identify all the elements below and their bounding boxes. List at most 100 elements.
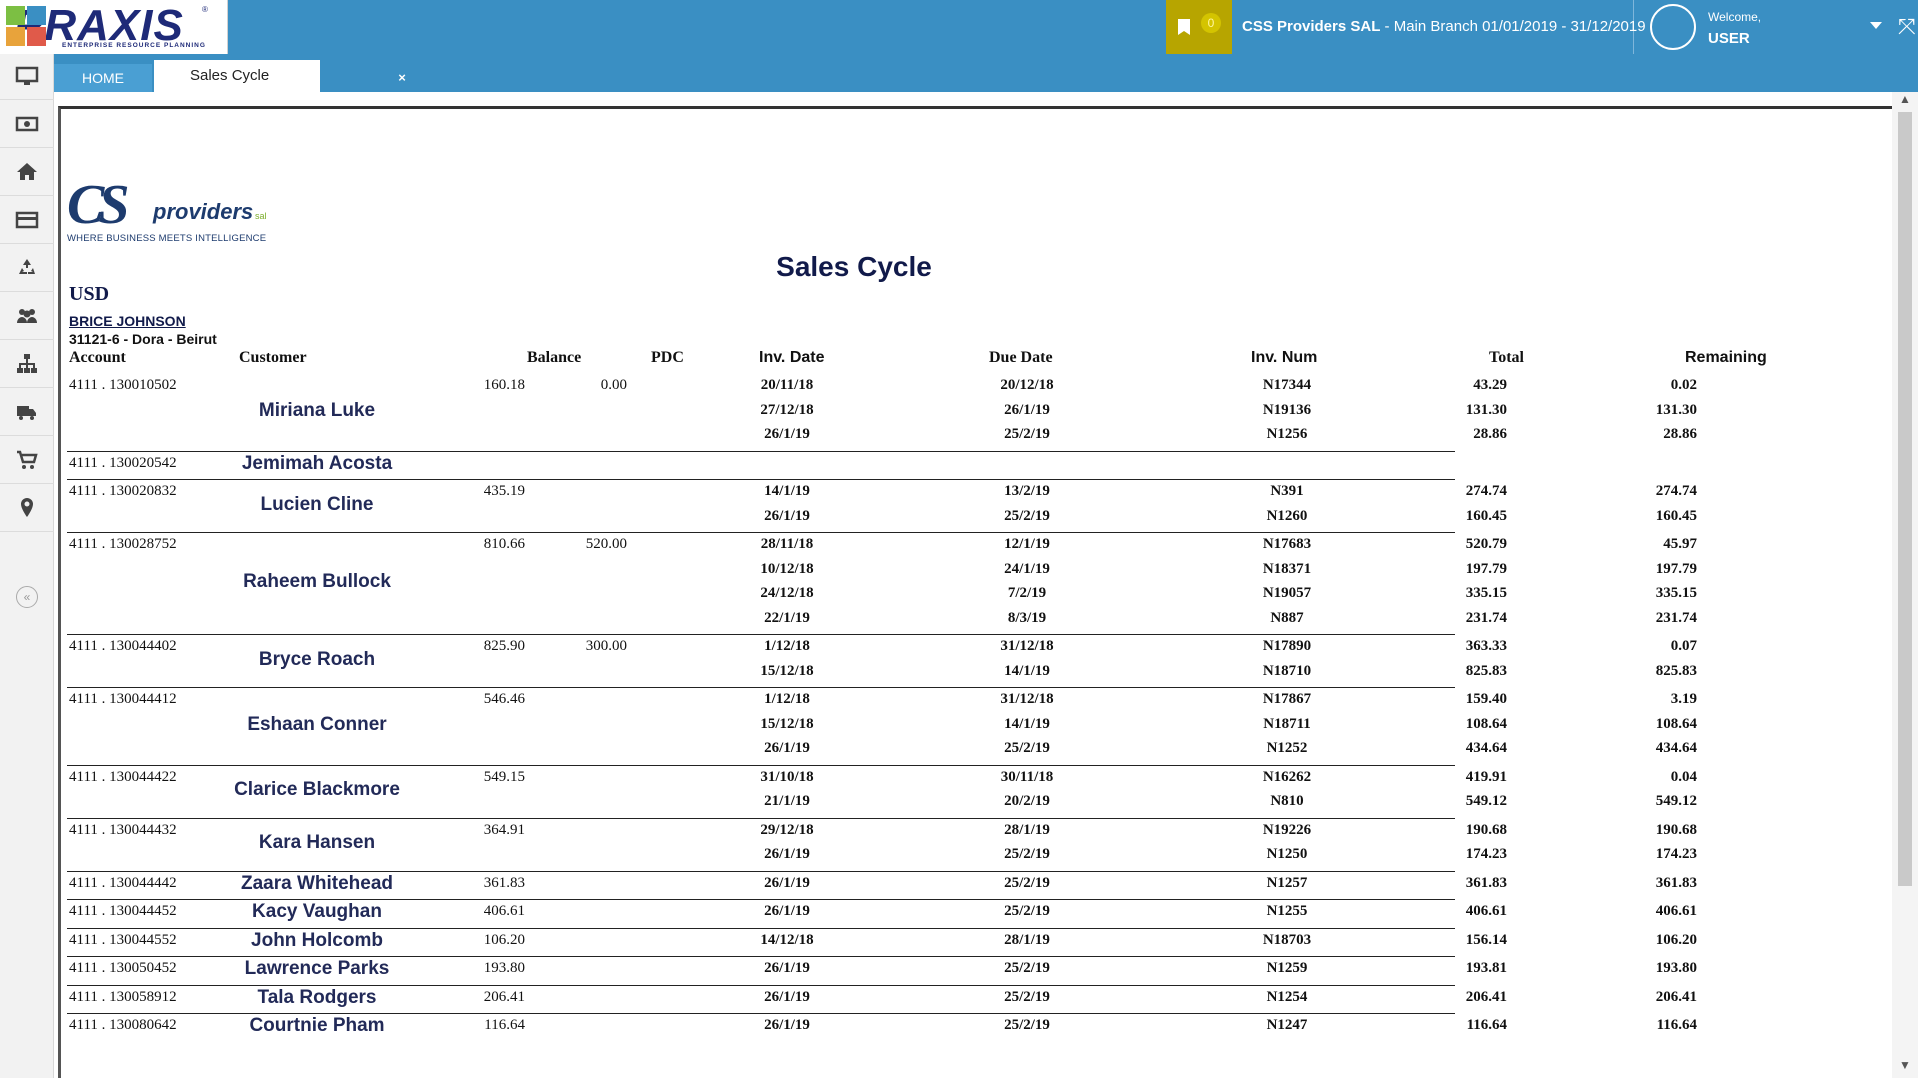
sidebar-item-dashboard[interactable] [0,52,54,100]
tab-sales-cycle[interactable]: Sales Cycle × [154,60,410,92]
company-branch-period: - Main Branch 01/01/2019 - 31/12/2019 [1380,18,1646,35]
truck-icon [17,405,36,420]
invoice-date: 15/12/18 [760,715,814,732]
scroll-up-icon[interactable]: ▲ [1899,92,1911,106]
invoice-remaining: 160.45 [1655,507,1697,524]
row-divider [67,927,1455,929]
customer-name: Raheem Bullock [243,571,391,592]
sidebar-item-recycle[interactable] [0,244,54,292]
invoice-due-date: 25/2/19 [1004,874,1050,891]
invoice-total: 116.64 [1466,1017,1507,1033]
sidebar-item-organization[interactable] [0,340,54,388]
account-number: 4111 . 130044442 [69,874,177,891]
vertical-scrollbar[interactable]: ▲ ▼ [1892,92,1918,1078]
balance-value: 193.80 [483,960,525,976]
customer-name: Clarice Blackmore [234,779,400,800]
fullscreen-icon[interactable]: ⤧ [1898,14,1918,40]
scroll-thumb[interactable] [1898,112,1912,886]
invoice-number: N810 [1270,793,1304,809]
account-number: 4111 . 130058912 [69,988,177,1005]
invoice-date: 26/1/19 [764,874,810,891]
invoice-remaining: 45.97 [1663,536,1697,552]
customer-name: Kara Hansen [258,832,376,853]
invoice-remaining: 335.15 [1655,585,1697,601]
pdc-value: 0.00 [600,377,627,393]
top-bar: PRAXIS ENTERPRISE RESOURCE PLANNING ® 0 … [0,0,1918,54]
invoice-total: 160.45 [1465,507,1507,524]
invoice-date: 15/12/18 [760,662,814,679]
sidebar-item-locations[interactable] [0,484,54,532]
invoice-due-date: 25/2/19 [1004,1017,1050,1033]
invoice-due-date: 25/2/19 [1004,740,1050,756]
invoice-date: 27/12/18 [760,401,814,418]
invoice-number: N16262 [1262,768,1312,785]
sidebar-item-home[interactable] [0,148,54,196]
invoice-due-date: 25/2/19 [1004,988,1050,1005]
sidebar-item-payments[interactable] [0,196,54,244]
invoice-date: 26/1/19 [764,740,810,756]
invoice-number: N19136 [1262,401,1312,418]
invoice-date: 29/12/18 [760,821,814,838]
invoice-remaining: 174.23 [1655,846,1697,862]
column-header-balance: Balance [527,349,582,366]
company-info[interactable]: CSS Providers SAL - Main Branch 01/01/20… [1232,0,1646,54]
sidebar-item-sales[interactable] [0,436,54,484]
scroll-down-icon[interactable]: ▼ [1899,1058,1911,1072]
css-logo-sal: sal [255,211,267,221]
column-header-account: Account [69,349,126,366]
invoice-date: 10/12/18 [760,560,814,577]
registered-mark: ® [202,5,208,14]
tab-sales-cycle-label: Sales Cycle [190,67,270,84]
table-row: 4111 . 130010502 Miriana Luke 160.18 0.00 20… [67,373,1787,451]
balance-value: 364.91 [483,821,525,838]
invoice-due-date: 26/1/19 [1004,401,1050,418]
bookmark-icon [1178,19,1190,35]
tab-home[interactable]: HOME [54,64,152,92]
invoice-remaining: 116.64 [1656,1017,1697,1033]
invoice-date: 26/1/19 [764,988,810,1005]
customer-name: Eshaan Conner [247,713,387,735]
invoice-number: N19226 [1262,821,1312,838]
invoice-due-date: 24/1/19 [1004,560,1050,577]
sidebar-item-delivery[interactable] [0,388,54,436]
balance-value: 406.61 [483,903,525,919]
row-divider [67,899,1455,900]
account-number: 4111 . 130044452 [69,903,177,919]
balance-value: 546.46 [483,691,525,707]
sidebar-item-users[interactable] [0,292,54,340]
praxis-logo-subtitle: ENTERPRISE RESOURCE PLANNING [62,42,206,49]
apps-grid-icon[interactable] [6,6,46,46]
sidebar-item-cash[interactable] [0,100,54,148]
invoice-number: N18710 [1262,662,1312,679]
table-row: 4111 . 130044452 Kacy Vaughan 406.61 26/1/1… [67,899,1787,928]
chevron-down-icon[interactable] [1870,22,1882,29]
customer-name: Miriana Luke [258,399,376,421]
collapse-sidebar-icon[interactable]: « [16,586,38,608]
css-providers-logo: CS providers sal WHERE BUSINESS MEETS IN… [67,177,297,257]
report-currency: USD [69,283,110,305]
invoice-number: N1256 [1266,426,1308,442]
table-row: 4111 . 130028752 Raheem Bullock 810.66 520.… [67,532,1787,634]
invoice-remaining: 274.74 [1655,483,1697,499]
close-icon[interactable]: × [394,70,410,86]
pdc-value: 300.00 [585,638,627,654]
invoice-date: 20/11/18 [760,377,814,393]
column-header-inv-num: Inv. Num [1251,349,1318,366]
invoice-remaining: 549.12 [1655,793,1697,809]
invoice-due-date: 20/12/18 [1000,377,1054,393]
row-divider [67,984,1455,986]
invoice-total: 335.15 [1465,585,1507,601]
invoice-due-date: 14/1/19 [1004,662,1050,679]
invoice-remaining: 206.41 [1655,988,1697,1005]
invoice-due-date: 28/1/19 [1004,821,1050,838]
account-number: 4111 . 130044552 [69,931,177,948]
user-menu[interactable]: Welcome, USER [1634,0,1896,54]
home-icon [17,162,37,180]
bookmarks-button[interactable]: 0 [1166,0,1232,54]
invoice-date: 14/12/18 [760,931,814,948]
invoice-remaining: 825.83 [1655,662,1697,679]
location-pin-icon [21,497,33,517]
table-row: 4111 . 130020542 Jemimah Acosta [67,450,1787,480]
invoice-number: N1260 [1266,507,1308,524]
credit-card-icon [15,211,39,228]
